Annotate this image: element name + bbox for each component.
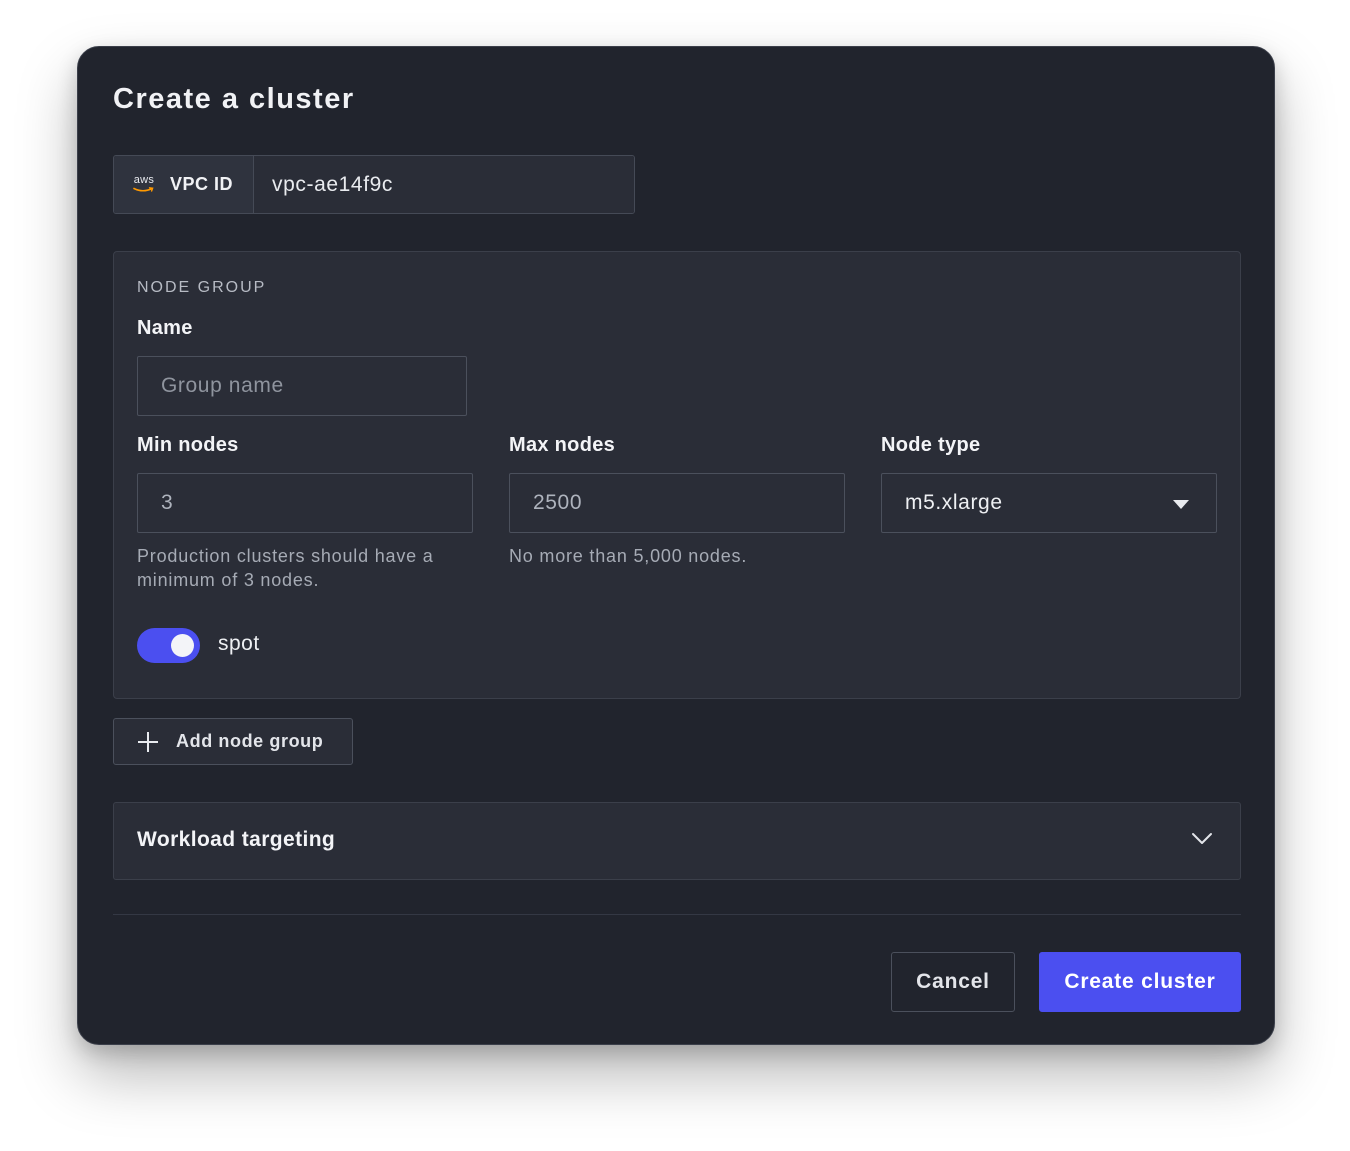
vpc-id-input[interactable] bbox=[254, 156, 634, 213]
toggle-knob bbox=[171, 634, 194, 657]
create-cluster-button[interactable]: Create cluster bbox=[1039, 952, 1241, 1012]
add-node-group-label: Add node group bbox=[176, 731, 324, 751]
add-node-group-button[interactable]: Add node group bbox=[113, 718, 353, 765]
min-nodes-help: Production clusters should have a minimu… bbox=[137, 546, 434, 590]
spot-toggle[interactable] bbox=[137, 628, 200, 663]
name-label: Name bbox=[137, 317, 193, 339]
group-name-input[interactable] bbox=[137, 356, 467, 416]
min-nodes-label: Min nodes bbox=[137, 434, 239, 456]
aws-logo-icon: aws bbox=[132, 174, 156, 196]
aws-logo-text: aws bbox=[133, 174, 155, 186]
max-nodes-help: No more than 5,000 nodes. bbox=[509, 546, 748, 566]
create-cluster-dialog: Create a cluster aws VPC ID NODE GROUP N… bbox=[77, 46, 1275, 1045]
plus-icon bbox=[138, 731, 158, 752]
node-group-panel: NODE GROUP Name Min nodes Production clu… bbox=[113, 251, 1241, 699]
node-type-label: Node type bbox=[881, 434, 981, 456]
vpc-id-label: VPC ID bbox=[170, 174, 234, 194]
spot-toggle-label: spot bbox=[218, 632, 260, 655]
aws-smile-icon bbox=[133, 187, 154, 192]
cancel-button[interactable]: Cancel bbox=[891, 952, 1015, 1012]
caret-down-icon bbox=[1173, 500, 1189, 509]
footer-divider bbox=[113, 914, 1241, 915]
dialog-title: Create a cluster bbox=[113, 83, 355, 115]
vpc-id-addon: aws VPC ID bbox=[114, 156, 254, 213]
vpc-id-field: aws VPC ID bbox=[113, 155, 635, 214]
node-type-value: m5.xlarge bbox=[905, 491, 1003, 514]
node-type-select[interactable]: m5.xlarge bbox=[881, 473, 1217, 533]
node-group-heading: NODE GROUP bbox=[137, 279, 267, 296]
min-nodes-input[interactable] bbox=[137, 473, 473, 533]
max-nodes-input[interactable] bbox=[509, 473, 845, 533]
max-nodes-label: Max nodes bbox=[509, 434, 616, 456]
workload-targeting-label: Workload targeting bbox=[137, 828, 336, 851]
workload-targeting-accordion[interactable]: Workload targeting bbox=[113, 802, 1241, 880]
chevron-down-icon bbox=[1192, 833, 1212, 844]
